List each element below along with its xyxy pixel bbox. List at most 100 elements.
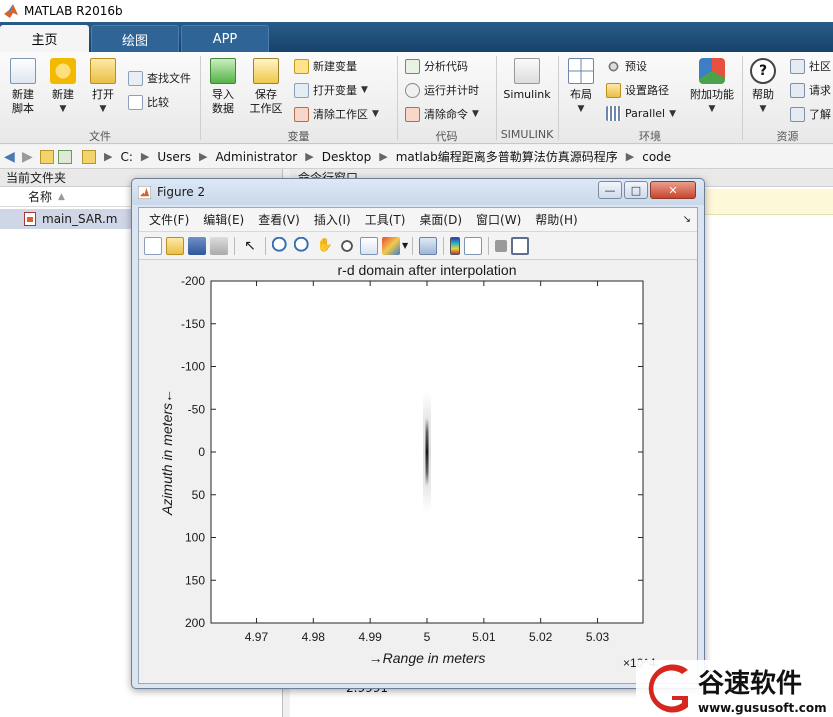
chevron-down-icon: ▼ [372,109,379,119]
clear-workspace-button[interactable]: 清除工作区 ▼ [294,106,379,122]
tab-apps[interactable]: APP [181,25,269,52]
new-variable-button[interactable]: 新建变量 [294,58,357,74]
new-figure-icon[interactable] [144,236,162,255]
chevron-right-icon: ▶ [625,150,635,163]
ribbon-tab-strip: 主页 绘图 APP [0,22,833,52]
zoom-out-icon[interactable] [294,236,312,255]
compare-icon [128,94,143,110]
figure-window[interactable]: Figure 2 — □ ✕ 文件(F) 编辑(E) 查看(V) 插入(I) 工… [131,178,705,689]
menu-insert[interactable]: 插入(I) [314,211,351,228]
new-script-button[interactable]: 新建 脚本 [6,58,40,116]
x-axis-label: →Range in meters [369,650,486,666]
y-tick-label: 50 [192,488,206,502]
current-folder-address-bar: ◀ ▶ ▶ C: ▶ Users ▶ Administrator ▶ Deskt… [0,145,833,169]
y-tick-label: 200 [185,616,205,630]
brush-icon[interactable] [382,236,400,255]
run-and-time-button[interactable]: 运行并计时 [405,82,479,98]
menu-view[interactable]: 查看(V) [258,211,300,228]
browse-folder-icon[interactable] [58,149,72,164]
toolbar-divider [488,236,490,255]
preferences-button[interactable]: 预设 [606,58,647,74]
group-label-file: 文件 [89,130,111,143]
show-plot-tools-icon[interactable] [511,236,530,255]
minimize-icon: — [604,183,616,197]
breadcrumb-desktop[interactable]: Desktop [322,150,372,164]
layout-button[interactable]: 布局 ▼ [564,58,598,116]
ribbon: 新建 脚本 新建 ▼ 打开 ▼ 查找文件 比较 导入 数据 保存 工作区 新建变… [0,52,833,144]
chevron-right-icon: ▶ [104,150,113,163]
maximize-icon: □ [630,183,642,197]
forward-arrow-icon[interactable]: ▶ [22,150,36,164]
community-button[interactable]: 社区 [790,58,831,74]
chevron-down-icon: ▼ [577,104,585,114]
rd-domain-plot[interactable]: r-d domain after interpolation →Range in… [139,261,697,683]
menu-desktop[interactable]: 桌面(D) [419,211,462,228]
pan-hand-icon[interactable]: ✋ [316,237,334,255]
file-name: main_SAR.m [42,212,118,226]
addons-button[interactable]: 附加功能 ▼ [686,58,738,116]
plus-icon [50,58,76,84]
up-folder-icon[interactable] [40,149,54,164]
import-data-button[interactable]: 导入 数据 [206,58,240,116]
menu-help[interactable]: 帮助(H) [535,211,577,228]
hide-plot-tools-icon[interactable] [495,239,508,252]
help-icon: ? [750,58,776,84]
parallel-button[interactable]: Parallel ▼ [606,106,676,121]
print-icon[interactable] [210,236,228,255]
breadcrumb-drive[interactable]: C: [120,150,132,164]
x-tick-label: 5.03 [586,630,610,644]
clear-commands-button[interactable]: 清除命令 ▼ [405,106,479,122]
close-button[interactable]: ✕ [650,181,696,199]
request-support-icon [790,82,805,98]
figure-title: Figure 2 [157,185,206,199]
maximize-button[interactable]: □ [624,181,648,199]
help-button[interactable]: ? 帮助 ▼ [748,58,778,116]
open-variable-button[interactable]: 打开变量 ▼ [294,82,368,98]
chevron-down-icon[interactable]: ▼ [402,241,408,250]
breadcrumb-project-folder[interactable]: matlab编程距离多普勒算法仿真源码程序 [396,148,618,165]
compare-button[interactable]: 比较 [128,94,169,110]
menu-tools[interactable]: 工具(T) [365,211,406,228]
new-button[interactable]: 新建 ▼ [46,58,80,116]
x-tick-label: 4.99 [358,630,382,644]
menu-window[interactable]: 窗口(W) [476,211,521,228]
data-cursor-icon[interactable] [360,236,378,255]
learn-button[interactable]: 了解 [790,106,831,122]
zoom-in-icon[interactable] [272,236,290,255]
find-files-button[interactable]: 查找文件 [128,70,191,86]
save-icon[interactable] [188,236,206,255]
group-label-code: 代码 [435,130,458,143]
select-arrow-icon[interactable]: ↖ [241,237,259,255]
request-support-button[interactable]: 请求 [790,82,831,98]
rotate-3d-icon[interactable] [338,236,356,255]
figure-title-bar[interactable]: Figure 2 — □ ✕ [132,179,704,205]
open-file-icon[interactable] [166,236,184,255]
tab-home[interactable]: 主页 [0,25,89,52]
link-plot-icon[interactable] [419,236,438,255]
open-variable-icon [294,82,309,98]
back-arrow-icon[interactable]: ◀ [4,150,18,164]
menu-file[interactable]: 文件(F) [149,211,189,228]
open-button[interactable]: 打开 ▼ [86,58,120,116]
y-tick-label: 150 [185,573,205,587]
breadcrumb-code[interactable]: code [642,150,671,164]
folder-icon [82,149,96,164]
analyze-code-button[interactable]: 分析代码 [405,58,468,74]
y-tick-label: -50 [188,402,206,416]
chevron-right-icon: ▶ [305,150,314,163]
colorbar-icon[interactable] [450,236,461,255]
breadcrumb-users[interactable]: Users [157,150,191,164]
tab-plots[interactable]: 绘图 [91,25,179,52]
minimize-button[interactable]: — [598,181,622,199]
dock-arrow-icon[interactable]: ↘ [683,214,691,225]
toolbar-divider [412,236,414,255]
save-workspace-button[interactable]: 保存 工作区 [246,58,286,116]
menu-edit[interactable]: 编辑(E) [203,211,244,228]
simulink-button[interactable]: Simulink [502,58,552,102]
set-path-button[interactable]: 设置路径 [606,82,669,98]
breadcrumb-administrator[interactable]: Administrator [215,150,297,164]
legend-icon[interactable] [464,236,483,255]
target-marks [423,392,431,512]
addons-icon [699,58,725,84]
layout-icon [568,58,594,84]
